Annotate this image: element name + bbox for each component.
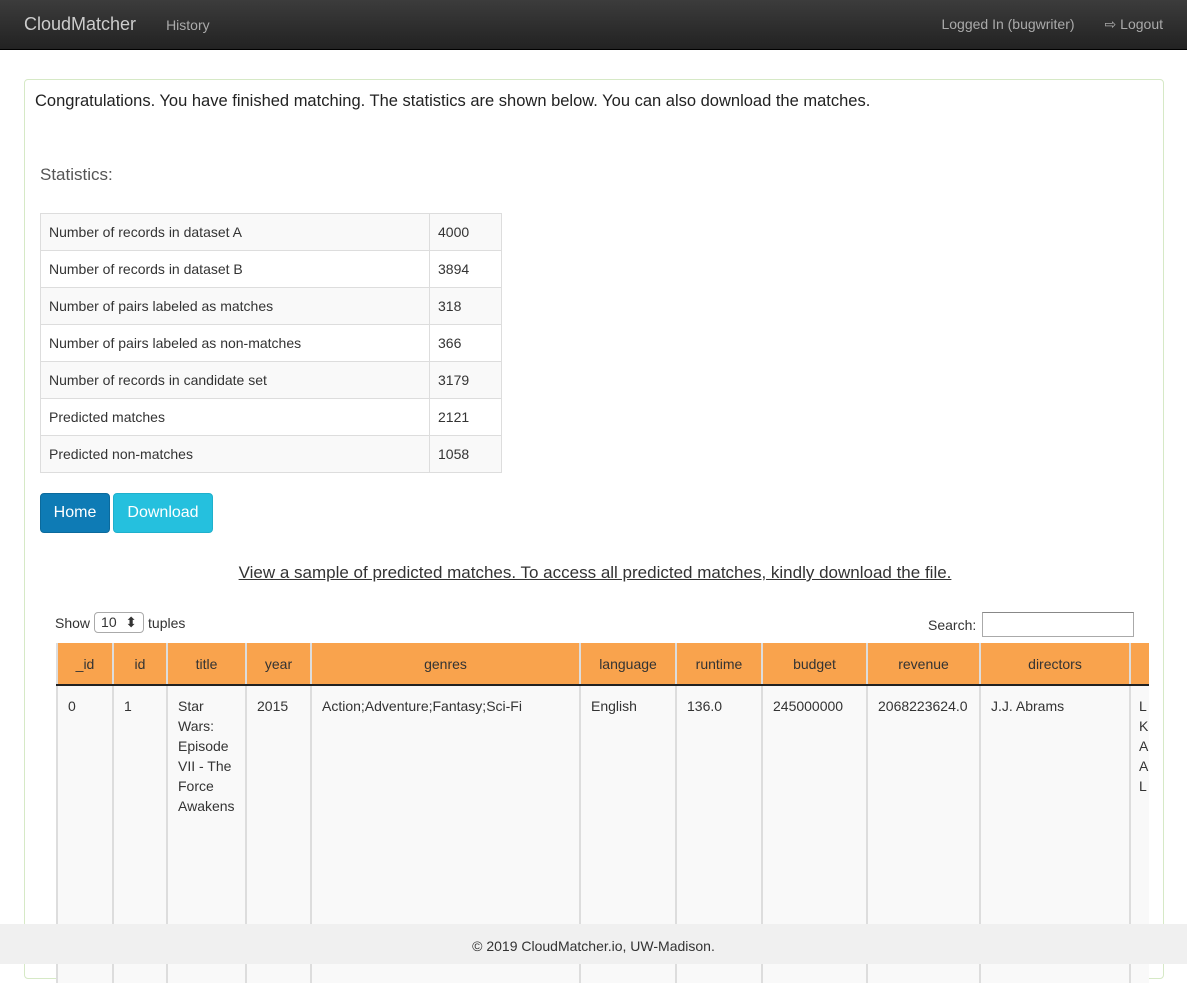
history-link[interactable]: History: [166, 17, 210, 33]
page-length-control: Show 10 ⬍ tuples: [55, 612, 185, 633]
logout-link[interactable]: ⇨ Logout: [1105, 16, 1163, 33]
stat-label: Number of pairs labeled as matches: [40, 287, 430, 325]
stat-value: 1058: [429, 435, 502, 473]
column-header[interactable]: [1129, 643, 1149, 686]
show-label: Show: [55, 614, 91, 631]
home-button[interactable]: Home: [40, 493, 110, 533]
stat-label: Number of records in dataset A: [40, 213, 430, 251]
page-length-value: 10: [101, 614, 117, 630]
column-header[interactable]: year: [245, 643, 312, 686]
stat-value: 318: [429, 287, 502, 325]
logout-label: Logout: [1120, 16, 1163, 32]
stat-row: Number of records in candidate set 3179: [40, 361, 502, 399]
logged-in-label[interactable]: Logged In (bugwriter): [941, 16, 1074, 33]
stat-value: 4000: [429, 213, 502, 251]
navbar: CloudMatcher History Logged In (bugwrite…: [0, 0, 1187, 50]
sample-link[interactable]: View a sample of predicted matches. To a…: [25, 563, 1165, 583]
footer: © 2019 CloudMatcher.io, UW-Madison.: [0, 924, 1187, 964]
column-header[interactable]: budget: [761, 643, 868, 686]
search-input[interactable]: [982, 612, 1135, 637]
tuples-label: tuples: [148, 614, 186, 631]
stat-value: 3894: [429, 250, 502, 288]
column-header[interactable]: _id: [56, 643, 114, 686]
stat-value: 3179: [429, 361, 502, 399]
completion-message: Congratulations. You have finished match…: [35, 92, 871, 110]
stat-label: Predicted non-matches: [40, 435, 430, 473]
download-button[interactable]: Download: [113, 493, 213, 533]
column-header[interactable]: revenue: [866, 643, 981, 686]
search-control: Search:: [928, 612, 1135, 637]
statistics-heading: Statistics:: [40, 165, 113, 184]
statistics-table: Number of records in dataset A 4000 Number…: [40, 213, 502, 473]
column-header[interactable]: id: [112, 643, 168, 686]
stat-label: Predicted matches: [40, 398, 430, 436]
stat-label: Number of records in candidate set: [40, 361, 430, 399]
updown-icon: ⬍: [125, 614, 138, 630]
stat-label: Number of records in dataset B: [40, 250, 430, 288]
stat-row: Predicted non-matches 1058: [40, 435, 502, 473]
stat-row: Number of pairs labeled as non-matches 36…: [40, 324, 502, 362]
page-length-select[interactable]: 10 ⬍: [94, 612, 145, 633]
column-header[interactable]: language: [579, 643, 677, 686]
stat-row: Number of records in dataset A 4000: [40, 213, 502, 251]
brand-link[interactable]: CloudMatcher: [24, 14, 136, 35]
column-header[interactable]: runtime: [675, 643, 763, 686]
logout-icon: ⇨: [1104, 16, 1117, 32]
stat-label: Number of pairs labeled as non-matches: [40, 324, 430, 362]
results-panel: Congratulations. You have finished match…: [24, 79, 1165, 983]
stat-row: Predicted matches 2121: [40, 398, 502, 436]
stat-row: Number of pairs labeled as matches 318: [40, 287, 502, 325]
column-header[interactable]: genres: [310, 643, 581, 686]
column-header[interactable]: title: [166, 643, 247, 686]
stat-value: 366: [429, 324, 502, 362]
column-header[interactable]: directors: [979, 643, 1131, 686]
search-label: Search:: [928, 616, 977, 633]
stat-row: Number of records in dataset B 3894: [40, 250, 502, 288]
stat-value: 2121: [429, 398, 502, 436]
